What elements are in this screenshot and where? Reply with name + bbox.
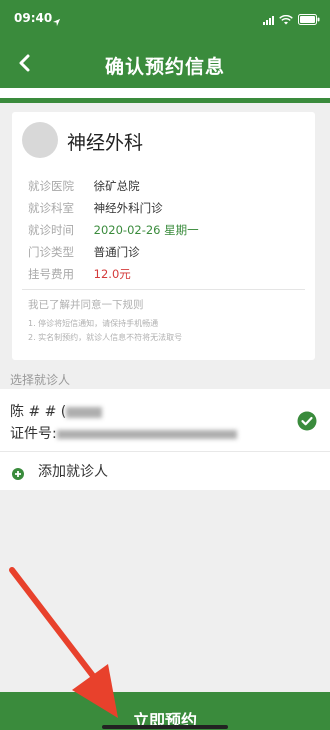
header-divider-strip <box>0 88 330 98</box>
card-divider <box>22 289 305 290</box>
redacted-id-number <box>56 429 237 439</box>
visit-time-value: 2020-02-26 星期一 <box>93 223 199 237</box>
hospital-row: 就诊医院 徐矿总院 <box>28 175 199 197</box>
select-patient-heading: 选择就诊人 <box>10 373 71 387</box>
patient-name-text: 陈 # # ( <box>10 404 67 420</box>
department-row: 就诊科室 神经外科门诊 <box>28 197 199 219</box>
department-avatar <box>22 122 58 158</box>
clinic-type-label: 门诊类型 <box>28 245 74 259</box>
department-name: 神经外科 <box>67 132 144 154</box>
appointment-info-card: 神经外科 就诊医院 徐矿总院 就诊科室 神经外科门诊 就诊时间 2020-02-… <box>12 112 315 360</box>
patient-option[interactable]: 陈 # # ( 证件号: <box>0 389 330 451</box>
patient-id: 证件号: <box>10 423 237 443</box>
department-label: 就诊科室 <box>28 201 74 215</box>
hospital-value: 徐矿总院 <box>93 179 140 193</box>
navigation-bar: 确认预约信息 <box>0 38 330 88</box>
hospital-label: 就诊医院 <box>28 179 74 193</box>
clinic-type-row: 门诊类型 普通门诊 <box>28 241 199 263</box>
rules-agreement-text[interactable]: 我已了解并同意一下规则 <box>28 297 144 312</box>
visit-time-label: 就诊时间 <box>28 223 74 237</box>
department-value: 神经外科门诊 <box>93 201 163 215</box>
status-time: 09:40 <box>14 11 53 25</box>
patient-name: 陈 # # ( <box>10 401 103 421</box>
location-icon <box>52 12 61 31</box>
fee-row: 挂号费用 12.0元 <box>28 263 199 285</box>
rule-item: 1. 停诊将短信通知，请保持手机畅通 <box>28 319 159 328</box>
selected-check-icon <box>297 411 317 431</box>
header-divider <box>0 98 330 103</box>
fee-label: 挂号费用 <box>28 267 74 281</box>
visit-time-row: 就诊时间 2020-02-26 星期一 <box>28 219 199 241</box>
annotation-arrow-icon <box>9 567 118 718</box>
wifi-icon <box>279 10 293 29</box>
cellular-signal-icon <box>263 15 274 25</box>
page-title: 确认预约信息 <box>104 56 225 78</box>
add-patient-button[interactable]: 添加就诊人 <box>0 451 330 490</box>
redacted-name <box>66 406 103 418</box>
status-bar: 09:40 <box>0 0 330 38</box>
rule-item: 2. 实名制预约，就诊人信息不符将无法取号 <box>28 333 183 342</box>
battery-icon <box>298 10 320 29</box>
patient-id-label: 证件号: <box>10 426 57 442</box>
appointment-details: 就诊医院 徐矿总院 就诊科室 神经外科门诊 就诊时间 2020-02-26 星期… <box>28 175 199 285</box>
plus-circle-icon <box>12 465 24 480</box>
add-patient-label: 添加就诊人 <box>38 464 108 480</box>
clinic-type-value: 普通门诊 <box>93 245 140 259</box>
fee-value: 12.0元 <box>93 267 131 281</box>
home-indicator <box>102 725 228 729</box>
